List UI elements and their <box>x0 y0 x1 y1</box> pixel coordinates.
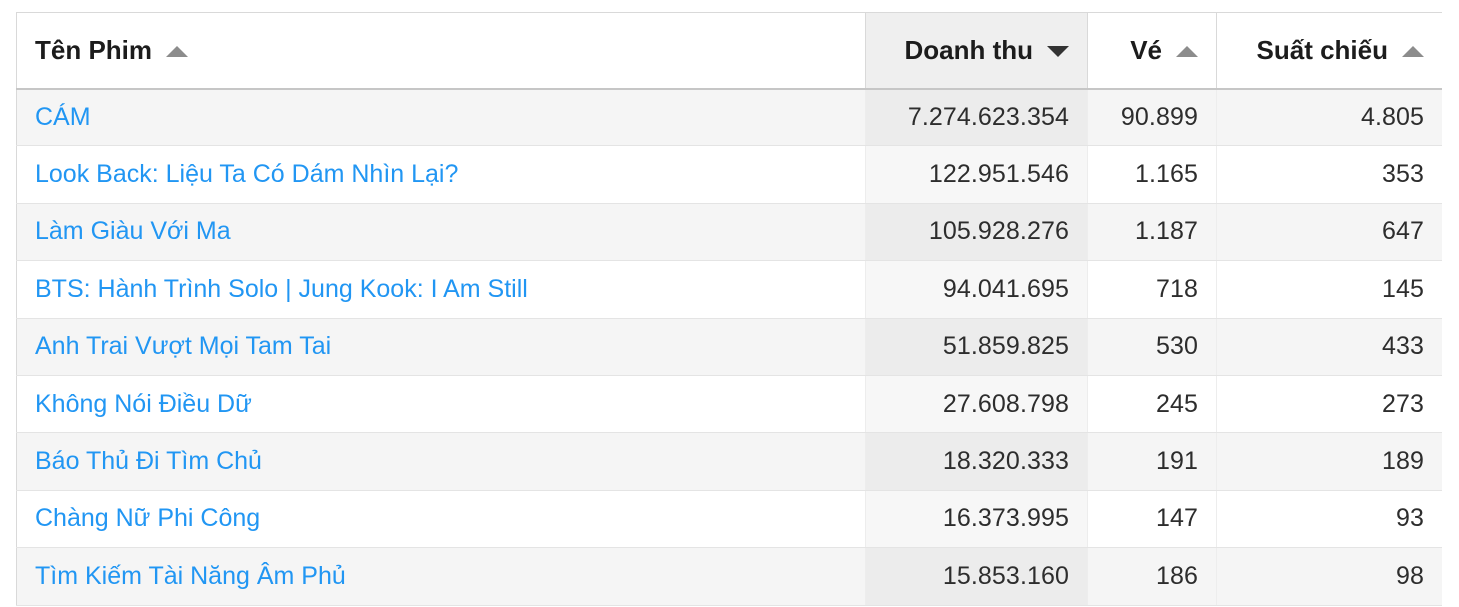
movie-name-link[interactable]: Look Back: Liệu Ta Có Dám Nhìn Lại? <box>35 160 458 188</box>
cell-showtimes: 189 <box>1216 432 1442 491</box>
column-header-revenue[interactable]: Doanh thu <box>865 12 1088 90</box>
table-row: BTS: Hành Trình Solo | Jung Kook: I Am S… <box>16 260 1442 319</box>
caret-up-icon[interactable] <box>1176 45 1198 57</box>
cell-tickets: 718 <box>1087 260 1217 319</box>
cell-revenue: 51.859.825 <box>865 318 1088 376</box>
movie-name-link[interactable]: BTS: Hành Trình Solo | Jung Kook: I Am S… <box>35 275 528 303</box>
cell-movie-name: Không Nói Điều Dữ <box>16 375 866 434</box>
table-row: Không Nói Điều Dữ 27.608.798 245 273 <box>16 375 1442 434</box>
cell-tickets: 147 <box>1087 490 1217 549</box>
cell-movie-name: Look Back: Liệu Ta Có Dám Nhìn Lại? <box>16 145 866 204</box>
cell-movie-name: Báo Thủ Đi Tìm Chủ <box>16 432 866 491</box>
movie-name-link[interactable]: Chàng Nữ Phi Công <box>35 504 260 532</box>
movie-name-link[interactable]: Không Nói Điều Dữ <box>35 390 252 418</box>
column-header-tickets-label: Vé <box>1130 35 1162 66</box>
cell-movie-name: CÁM <box>16 88 866 147</box>
cell-movie-name: BTS: Hành Trình Solo | Jung Kook: I Am S… <box>16 260 866 319</box>
column-header-movie-name-label: Tên Phim <box>35 35 153 66</box>
cell-revenue: 27.608.798 <box>865 375 1088 434</box>
cell-revenue: 94.041.695 <box>865 260 1088 319</box>
movie-name-link[interactable]: Làm Giàu Với Ma <box>35 217 231 245</box>
table-row: Chàng Nữ Phi Công 16.373.995 147 93 <box>16 490 1442 549</box>
cell-movie-name: Anh Trai Vượt Mọi Tam Tai <box>16 318 866 376</box>
cell-showtimes: 93 <box>1216 490 1442 549</box>
cell-movie-name: Làm Giàu Với Ma <box>16 203 866 262</box>
table-header: Tên Phim Doanh thu Vé Suất chiếu <box>16 12 1442 90</box>
table-row: CÁM 7.274.623.354 90.899 4.805 <box>16 88 1442 147</box>
movie-name-link[interactable]: Tìm Kiếm Tài Năng Âm Phủ <box>35 562 346 590</box>
cell-showtimes: 4.805 <box>1216 88 1442 147</box>
cell-showtimes: 433 <box>1216 318 1442 376</box>
column-header-tickets[interactable]: Vé <box>1087 12 1217 90</box>
caret-up-icon[interactable] <box>1402 45 1424 57</box>
movie-name-link[interactable]: Anh Trai Vượt Mọi Tam Tai <box>35 332 331 360</box>
movie-name-link[interactable]: CÁM <box>35 103 91 131</box>
cell-tickets: 530 <box>1087 318 1217 376</box>
cell-tickets: 186 <box>1087 547 1217 606</box>
boxoffice-table-container: Tên Phim Doanh thu Vé Suất chiếu CÁM 7.2… <box>16 12 1442 606</box>
movie-name-link[interactable]: Báo Thủ Đi Tìm Chủ <box>35 447 262 475</box>
column-header-revenue-label: Doanh thu <box>904 35 1033 66</box>
column-header-movie-name[interactable]: Tên Phim <box>16 12 866 90</box>
column-header-showtimes[interactable]: Suất chiếu <box>1216 12 1442 90</box>
cell-tickets: 1.187 <box>1087 203 1217 262</box>
cell-showtimes: 647 <box>1216 203 1442 262</box>
cell-movie-name: Tìm Kiếm Tài Năng Âm Phủ <box>16 547 866 606</box>
cell-tickets: 245 <box>1087 375 1217 434</box>
cell-revenue: 105.928.276 <box>865 203 1088 262</box>
cell-revenue: 18.320.333 <box>865 432 1088 491</box>
cell-showtimes: 353 <box>1216 145 1442 204</box>
cell-revenue: 15.853.160 <box>865 547 1088 606</box>
cell-showtimes: 98 <box>1216 547 1442 606</box>
caret-up-icon[interactable] <box>166 45 189 57</box>
cell-revenue: 16.373.995 <box>865 490 1088 549</box>
header-row: Tên Phim Doanh thu Vé Suất chiếu <box>16 12 1442 90</box>
cell-movie-name: Chàng Nữ Phi Công <box>16 490 866 549</box>
cell-tickets: 1.165 <box>1087 145 1217 204</box>
cell-showtimes: 145 <box>1216 260 1442 319</box>
table-body: CÁM 7.274.623.354 90.899 4.805 Look Back: Li… <box>16 88 1442 606</box>
cell-tickets: 191 <box>1087 432 1217 491</box>
table-row: Look Back: Liệu Ta Có Dám Nhìn Lại? 122.9… <box>16 145 1442 204</box>
table-row: Làm Giàu Với Ma 105.928.276 1.187 647 <box>16 203 1442 262</box>
column-header-showtimes-label: Suất chiếu <box>1256 35 1388 66</box>
table-row: Báo Thủ Đi Tìm Chủ 18.320.333 191 189 <box>16 432 1442 491</box>
page-root: Tên Phim Doanh thu Vé Suất chiếu CÁM 7.2… <box>0 0 1459 607</box>
cell-showtimes: 273 <box>1216 375 1442 434</box>
table-row: Tìm Kiếm Tài Năng Âm Phủ 15.853.160 186 98 <box>16 547 1442 606</box>
cell-tickets: 90.899 <box>1087 88 1217 147</box>
boxoffice-table: Tên Phim Doanh thu Vé Suất chiếu CÁM 7.2… <box>16 12 1442 606</box>
cell-revenue: 122.951.546 <box>865 145 1088 204</box>
table-row: Anh Trai Vượt Mọi Tam Tai 51.859.825 530 43… <box>16 318 1442 376</box>
cell-revenue: 7.274.623.354 <box>865 88 1088 147</box>
caret-down-icon[interactable] <box>1047 45 1069 57</box>
